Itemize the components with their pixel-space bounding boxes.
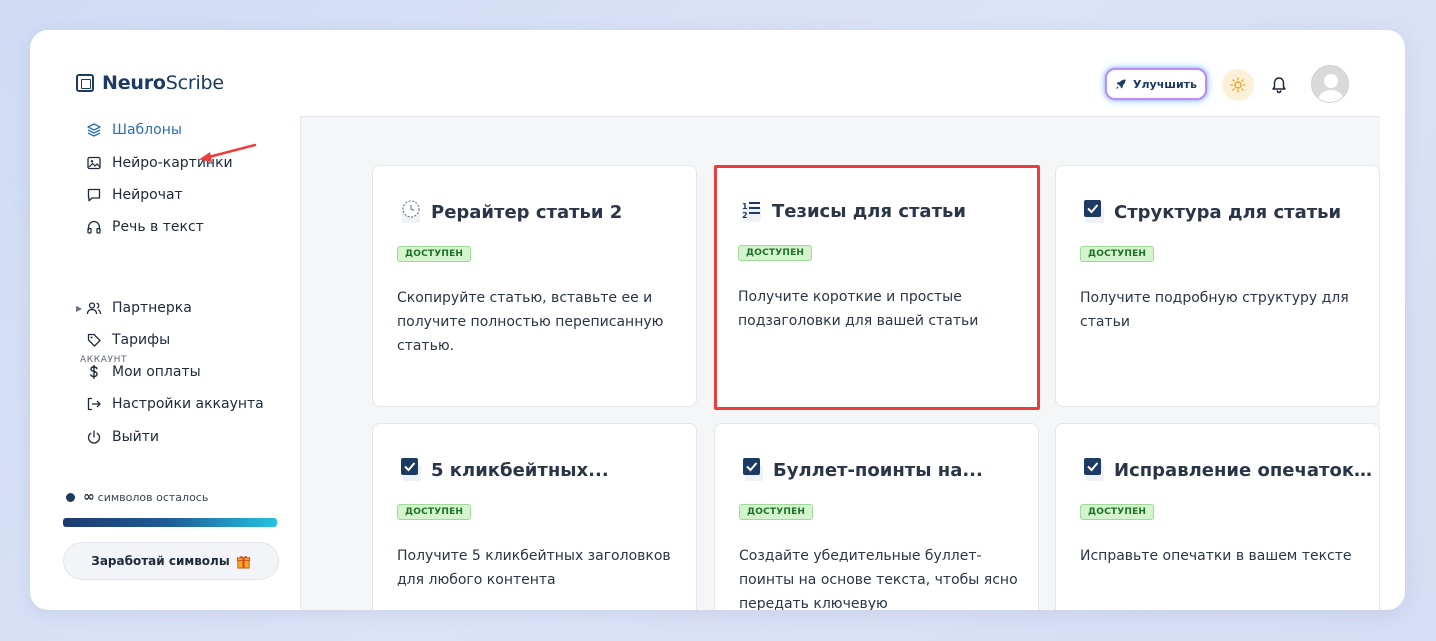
- power-icon: [87, 430, 101, 444]
- status-badge: ДОСТУПЕН: [397, 504, 472, 520]
- dollar-icon: [90, 365, 98, 379]
- sidebar-item-templates[interactable]: Шаблоны: [86, 118, 182, 142]
- sidebar-item-neurochat[interactable]: Нейрочат: [86, 183, 183, 207]
- status-badge: ДОСТУПЕН: [739, 504, 814, 520]
- bell-icon: [1272, 77, 1286, 94]
- sidebar-item-label: Выйти: [112, 429, 160, 445]
- status-badge: ДОСТУПЕН: [397, 246, 472, 262]
- numbered-list-icon: 1 2: [742, 202, 761, 222]
- sidebar-item-label: Настройки аккаунта: [112, 396, 264, 412]
- symbols-label: символов осталось: [97, 490, 209, 504]
- login-icon: [87, 397, 101, 411]
- app-window: NeuroScribe Улучшить Шаблоны Нейро-карти…: [30, 30, 1405, 610]
- sidebar-item-my-payments[interactable]: Мои оплаты: [86, 360, 201, 384]
- avatar[interactable]: [1311, 65, 1349, 103]
- users-icon: [86, 302, 102, 315]
- logo[interactable]: NeuroScribe: [76, 72, 224, 94]
- sidebar-item-label: Партнерка: [112, 300, 192, 316]
- annotation-arrow-icon: [199, 143, 257, 162]
- template-card-rewriter[interactable]: Рерайтер статьи 2 ДОСТУПЕН Скопируйте ст…: [372, 165, 697, 407]
- card-title: Буллет-поинты на...: [773, 459, 983, 481]
- card-description: Создайте убедительные буллет-поинты на о…: [739, 548, 1018, 610]
- gift-icon: [236, 555, 250, 569]
- status-badge: ДОСТУПЕН: [1080, 504, 1155, 520]
- card-title: Тезисы для статьи: [772, 200, 966, 222]
- checkbox-icon: [1084, 458, 1104, 481]
- earn-symbols-label: Заработай символы: [91, 554, 230, 568]
- symbols-counter: ∞ символов осталось: [66, 489, 208, 505]
- header: NeuroScribe Улучшить: [30, 30, 1405, 116]
- logo-icon: [76, 74, 94, 92]
- status-badge: ДОСТУПЕН: [1080, 246, 1155, 262]
- template-card-theses[interactable]: 1 2 Тезисы для статьи ДОСТУПЕН Получите …: [714, 165, 1040, 410]
- template-card-bullet-points[interactable]: Буллет-поинты на... ДОСТУПЕН Создайте уб…: [714, 423, 1039, 610]
- card-title: Рерайтер статьи 2: [431, 201, 623, 223]
- image-icon: [87, 156, 101, 170]
- status-badge: ДОСТУПЕН: [738, 245, 813, 261]
- card-description: Получите короткие и простые подзаголовки…: [738, 289, 979, 329]
- svg-text:2: 2: [742, 211, 748, 220]
- sidebar-item-logout[interactable]: Выйти: [86, 425, 159, 449]
- sidebar: Шаблоны Нейро-картинки Нейрочат Речь в т…: [30, 116, 301, 610]
- chat-icon: [87, 188, 101, 202]
- logo-text: NeuroScribe: [102, 72, 224, 94]
- symbols-progress-bar: [63, 518, 277, 527]
- sidebar-item-label: Нейрочат: [112, 187, 183, 203]
- card-description: Получите 5 кликбейтных заголовков для лю…: [397, 548, 671, 588]
- sidebar-item-account-settings[interactable]: Настройки аккаунта: [86, 392, 264, 416]
- layers-icon: [87, 123, 101, 137]
- earn-symbols-button[interactable]: Заработай символы: [63, 542, 279, 580]
- sidebar-item-partners[interactable]: Партнерка: [86, 296, 192, 320]
- theme-toggle-button[interactable]: [1222, 69, 1254, 101]
- rewrite-clock-icon: [402, 200, 420, 223]
- tag-icon: [87, 333, 101, 347]
- checkbox-icon: [743, 458, 763, 481]
- upgrade-label: Улучшить: [1133, 77, 1197, 91]
- sidebar-item-label: Тарифы: [112, 332, 171, 348]
- upgrade-button[interactable]: Улучшить: [1105, 68, 1207, 100]
- card-title: 5 кликбейтных...: [431, 459, 609, 481]
- user-avatar-icon: [1312, 66, 1348, 102]
- sidebar-item-speech-to-text[interactable]: Речь в текст: [86, 215, 204, 239]
- template-card-structure[interactable]: Структура для статьи ДОСТУПЕН Получите п…: [1055, 165, 1380, 407]
- sidebar-item-label: Шаблоны: [112, 122, 182, 138]
- notifications-button[interactable]: [1267, 73, 1291, 97]
- checkbox-icon: [401, 458, 421, 481]
- rocket-icon: [1116, 79, 1126, 89]
- sidebar-item-label: Мои оплаты: [112, 364, 201, 380]
- checkbox-icon: [1084, 200, 1104, 223]
- status-dot-icon: [66, 492, 75, 502]
- template-card-clickbait[interactable]: 5 кликбейтных... ДОСТУПЕН Получите 5 кли…: [372, 423, 697, 610]
- sun-icon: [1230, 77, 1246, 93]
- card-description: Исправьте опечатки в вашем тексте: [1080, 548, 1352, 564]
- symbols-infinity: ∞: [83, 489, 95, 505]
- card-title: Структура для статьи: [1114, 201, 1342, 223]
- templates-grid: Рерайтер статьи 2 ДОСТУПЕН Скопируйте ст…: [301, 117, 1380, 610]
- card-description: Получите подробную структуру для статьи: [1080, 290, 1349, 330]
- card-description: Скопируйте статью, вставьте ее и получит…: [397, 290, 664, 354]
- headphones-icon: [87, 220, 101, 234]
- sidebar-item-label: Речь в текст: [112, 219, 204, 235]
- template-card-typo-fix[interactable]: Исправление опечаток... ДОСТУПЕН Исправь…: [1055, 423, 1380, 610]
- card-title: Исправление опечаток...: [1114, 459, 1374, 481]
- svg-text:1: 1: [742, 202, 748, 211]
- sidebar-item-tariffs[interactable]: Тарифы: [86, 328, 170, 352]
- caret-right-icon[interactable]: ▶: [76, 304, 82, 313]
